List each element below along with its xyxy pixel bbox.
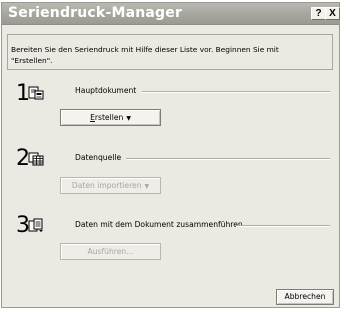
instructions-text: Bereiten Sie den Seriendruck mit Hilfe d…	[11, 45, 279, 65]
merge-icon	[28, 218, 43, 232]
dropdown-arrow-icon: ▼	[144, 183, 150, 190]
window-title: Seriendruck-Manager	[8, 5, 183, 21]
step-2-divider	[126, 158, 330, 160]
title-bar[interactable]: Seriendruck-Manager ? X	[2, 3, 340, 25]
close-button[interactable]: X	[325, 7, 340, 20]
main-document-icon	[28, 86, 44, 100]
create-button-label: rstellen	[94, 113, 124, 122]
data-source-icon	[28, 152, 44, 166]
instructions-panel: Bereiten Sie den Seriendruck mit Hilfe d…	[7, 34, 333, 70]
mail-merge-dialog: Seriendruck-Manager ? X Bereiten Sie den…	[1, 2, 340, 308]
import-data-button[interactable]: Daten importieren ▼	[60, 177, 161, 194]
step-1-label: Hauptdokument	[75, 86, 141, 95]
help-button[interactable]: ?	[311, 7, 326, 20]
import-data-button-label: Daten importieren	[71, 181, 142, 190]
cancel-button[interactable]: Abbrechen	[276, 289, 334, 305]
execute-merge-button-label: Ausführen...	[87, 247, 134, 256]
dropdown-arrow-icon: ▼	[126, 115, 131, 122]
step-3-divider	[236, 225, 330, 227]
step-1-divider	[142, 91, 330, 93]
create-button[interactable]: Erstellen ▼	[60, 109, 161, 126]
step-3-label: Daten mit dem Dokument zusammenführen	[75, 220, 247, 229]
execute-merge-button[interactable]: Ausführen...	[60, 243, 161, 260]
step-2-label: Datenquelle	[75, 153, 126, 162]
